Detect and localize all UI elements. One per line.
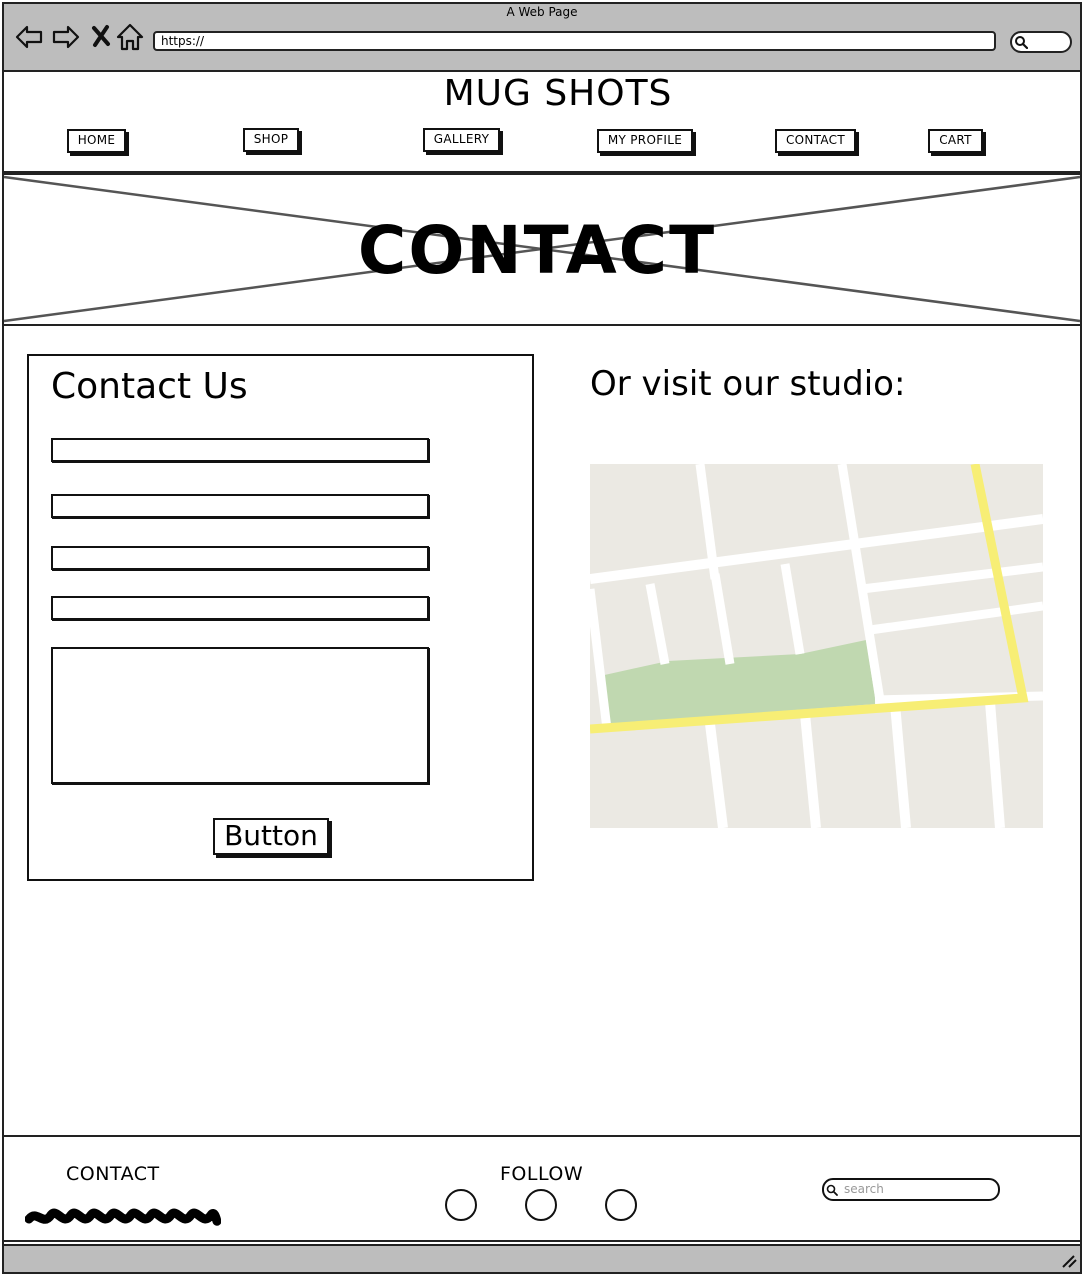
forward-arrow-icon[interactable] bbox=[51, 22, 81, 52]
contact-details-scribble bbox=[25, 1208, 221, 1226]
contact-field-1[interactable] bbox=[51, 438, 429, 462]
nav-home[interactable]: HOME bbox=[67, 129, 126, 153]
footer-bottom-border bbox=[2, 1240, 1082, 1242]
social-link-2[interactable] bbox=[525, 1189, 557, 1221]
contact-form-title: Contact Us bbox=[51, 366, 248, 407]
contact-field-2[interactable] bbox=[51, 494, 429, 518]
window-title: A Web Page bbox=[506, 5, 578, 19]
browser-statusbar bbox=[2, 1244, 1082, 1274]
search-icon bbox=[826, 1184, 838, 1196]
map-graphic bbox=[590, 464, 1043, 828]
nav-contact[interactable]: CONTACT bbox=[775, 129, 856, 153]
social-link-3[interactable] bbox=[605, 1189, 637, 1221]
nav-my-profile[interactable]: MY PROFILE bbox=[597, 129, 693, 153]
close-icon[interactable] bbox=[88, 22, 118, 52]
hero-title: CONTACT bbox=[357, 212, 717, 289]
footer-search-input[interactable]: search bbox=[822, 1178, 1000, 1201]
search-icon bbox=[1015, 36, 1028, 49]
social-link-1[interactable] bbox=[445, 1189, 477, 1221]
submit-button[interactable]: Button bbox=[213, 818, 329, 855]
contact-field-3[interactable] bbox=[51, 546, 429, 570]
back-arrow-icon[interactable] bbox=[14, 22, 44, 52]
studio-map[interactable] bbox=[590, 464, 1043, 828]
home-icon[interactable] bbox=[115, 22, 145, 52]
map-section-title: Or visit our studio: bbox=[590, 364, 906, 404]
nav-gallery[interactable]: GALLERY bbox=[423, 128, 500, 152]
nav-cart[interactable]: CART bbox=[928, 129, 983, 153]
resize-grip-icon[interactable] bbox=[1060, 1253, 1078, 1269]
footer-follow-heading: FOLLOW bbox=[500, 1163, 584, 1185]
contact-field-4[interactable] bbox=[51, 596, 429, 620]
contact-message-textarea[interactable] bbox=[51, 647, 429, 784]
footer-divider bbox=[2, 1135, 1082, 1137]
address-bar[interactable]: https:// bbox=[153, 31, 996, 51]
site-logo[interactable]: MUG SHOTS bbox=[0, 72, 1084, 116]
footer-contact-heading: CONTACT bbox=[66, 1163, 160, 1185]
nav-shop[interactable]: SHOP bbox=[243, 128, 299, 152]
